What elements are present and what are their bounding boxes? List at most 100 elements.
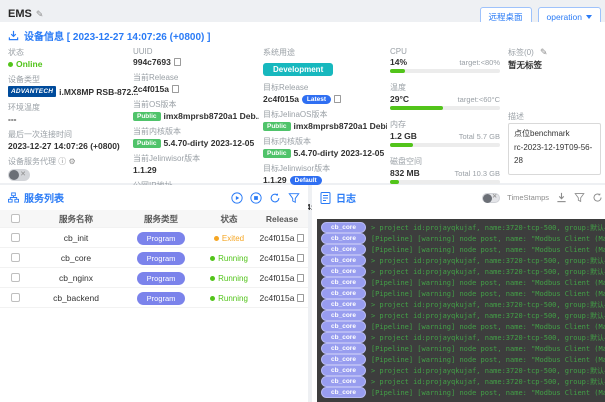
row-checkbox[interactable] — [11, 273, 20, 282]
log-source-badge: cb_core — [321, 222, 366, 233]
log-line: cb_core > project id:projayqkujaf, name:… — [317, 299, 605, 310]
temp-value: 29°C — [390, 94, 409, 104]
memory-bar — [390, 143, 500, 147]
log-message: > project id:projayqkujaf, name:3720-tcp… — [371, 300, 605, 310]
device-info-card: 设备信息 [ 2023-12-27 14:07:26 (+0800) ] 状态 … — [0, 22, 605, 183]
copy-icon[interactable] — [334, 95, 341, 103]
log-line: cb_core > project id:projayqkujaf, name:… — [317, 222, 605, 233]
service-status: Running — [210, 254, 248, 263]
current-os-value: Publicimx8mprsb8720a1 Deb... — [133, 111, 259, 121]
copy-icon[interactable] — [172, 85, 179, 93]
log-source-badge: cb_core — [321, 343, 366, 354]
row-checkbox[interactable] — [11, 293, 20, 302]
log-source-badge: cb_core — [321, 244, 366, 255]
copy-icon[interactable] — [297, 294, 304, 302]
log-message: > project id:projayqkujaf, name:3720-tcp… — [371, 366, 605, 376]
memory-total: Total 5.7 GB — [459, 132, 500, 141]
log-line: cb_core [Pipeline] [warning] node post, … — [317, 387, 605, 398]
toggle-knob — [9, 170, 19, 180]
filter-icon[interactable] — [288, 192, 300, 204]
copy-icon[interactable] — [174, 58, 181, 66]
service-list-title: 服务列表 — [24, 190, 64, 205]
col-header-type: 服务类型 — [122, 213, 200, 225]
log-message: [Pipeline] [warning] node post, name: "M… — [371, 356, 605, 364]
status-value: Online — [8, 59, 126, 69]
service-name: cb_nginx — [30, 273, 122, 283]
table-row[interactable]: cb_nginx Program Running 2c4f015a — [0, 268, 308, 288]
refresh-icon[interactable] — [592, 192, 603, 203]
start-all-icon[interactable] — [231, 192, 243, 204]
log-source-badge: cb_core — [321, 387, 366, 398]
service-release: 2c4f015a — [260, 293, 295, 303]
log-source-badge: cb_core — [321, 376, 366, 387]
info-icon[interactable]: ⓘ — [58, 157, 66, 166]
current-os-label: 当前OS版本 — [133, 99, 259, 110]
temp-bar — [390, 106, 500, 110]
target-visor-value: 1.1.29Default — [263, 175, 387, 185]
status-text: Exited — [222, 234, 244, 243]
development-badge: Development — [263, 63, 333, 76]
log-message: [Pipeline] [warning] node post, name: "M… — [371, 246, 605, 254]
current-kernel-label: 当前内核版本 — [133, 126, 259, 137]
last-connect-value: 2023-12-27 14:07:26 (+0800) — [8, 141, 126, 151]
copy-icon[interactable] — [297, 274, 304, 282]
env-temp-label: 环境温度 — [8, 102, 126, 113]
copy-icon[interactable] — [297, 234, 304, 242]
metric-temp: 温度 29°Ctarget:<60°C — [390, 82, 500, 110]
operation-label: operation — [547, 12, 582, 22]
select-all-checkbox[interactable] — [11, 214, 20, 223]
log-source-badge: cb_core — [321, 365, 366, 376]
log-message: [Pipeline] [warning] node post, name: "M… — [371, 389, 605, 397]
device-info-title: 设备信息 [ 2023-12-27 14:07:26 (+0800) ] — [24, 28, 210, 43]
log-line: cb_core [Pipeline] [warning] node post, … — [317, 277, 605, 288]
disk-total: Total 10.3 GB — [455, 169, 500, 178]
status-dot-icon — [210, 296, 215, 301]
edit-title-icon[interactable]: ✎ — [36, 9, 44, 19]
col-header-status: 状态 — [200, 213, 258, 225]
tags-label: 标签(0) ✎ — [508, 47, 601, 58]
table-row[interactable]: cb_backend Program Running 2c4f015a — [0, 288, 308, 308]
col-header-name: 服务名称 — [30, 213, 122, 225]
public-badge: Public — [133, 112, 161, 121]
log-title: 日志 — [336, 190, 356, 205]
advantech-logo: ADVANTECH — [8, 86, 56, 97]
uuid-label: UUID — [133, 47, 259, 56]
log-source-badge: cb_core — [321, 255, 366, 266]
target-kernel-label: 目标内核版本 — [263, 136, 387, 147]
service-status: Exited — [214, 234, 244, 243]
temp-target: target:<60°C — [458, 95, 500, 104]
status-text: Running — [218, 274, 248, 283]
filter-icon[interactable] — [574, 192, 585, 203]
current-visor-value: 1.1.29 — [133, 165, 259, 175]
row-checkbox[interactable] — [11, 253, 20, 262]
timestamps-toggle[interactable]: ✕ — [482, 193, 500, 203]
service-list-card: 服务列表 服务名称 服务类型 状态 Release cb_init Progra… — [0, 185, 308, 402]
gear-icon[interactable]: ⚙ — [68, 157, 75, 166]
download-icon[interactable] — [556, 192, 567, 203]
refresh-icon[interactable] — [269, 192, 281, 204]
agent-toggle[interactable]: ✕ — [8, 169, 30, 181]
table-row[interactable]: cb_core Program Running 2c4f015a — [0, 248, 308, 268]
chevron-down-icon — [586, 15, 592, 19]
service-status: Running — [210, 274, 248, 283]
log-source-badge: cb_core — [321, 288, 366, 299]
service-release: 2c4f015a — [260, 233, 295, 243]
app-title: EMS — [8, 8, 32, 20]
log-terminal[interactable]: cb_core > project id:projayqkujaf, name:… — [317, 219, 605, 402]
service-status: Running — [210, 294, 248, 303]
row-checkbox[interactable] — [11, 233, 20, 242]
current-release-label: 当前Release — [133, 72, 259, 83]
service-table-header: 服务名称 服务类型 状态 Release — [0, 210, 308, 228]
log-message: > project id:projayqkujaf, name:3720-tcp… — [371, 256, 605, 266]
table-row[interactable]: cb_init Program Exited 2c4f015a — [0, 228, 308, 248]
log-icon — [320, 192, 331, 204]
copy-icon[interactable] — [297, 254, 304, 262]
edit-tags-icon[interactable]: ✎ — [540, 47, 548, 57]
log-message: [Pipeline] [warning] node post, name: "M… — [371, 290, 605, 298]
log-line: cb_core [Pipeline] [warning] node post, … — [317, 343, 605, 354]
device-col-tags: 标签(0) ✎ 暂无标签 描述 点位benchmark rc-2023-12-1… — [508, 47, 601, 185]
stop-all-icon[interactable] — [250, 192, 262, 204]
tags-empty-text: 暂无标签 — [508, 59, 601, 71]
log-line: cb_core > project id:projayqkujaf, name:… — [317, 376, 605, 387]
description-textarea[interactable]: 点位benchmark rc-2023-12-19T09-56-28 — [508, 123, 601, 175]
